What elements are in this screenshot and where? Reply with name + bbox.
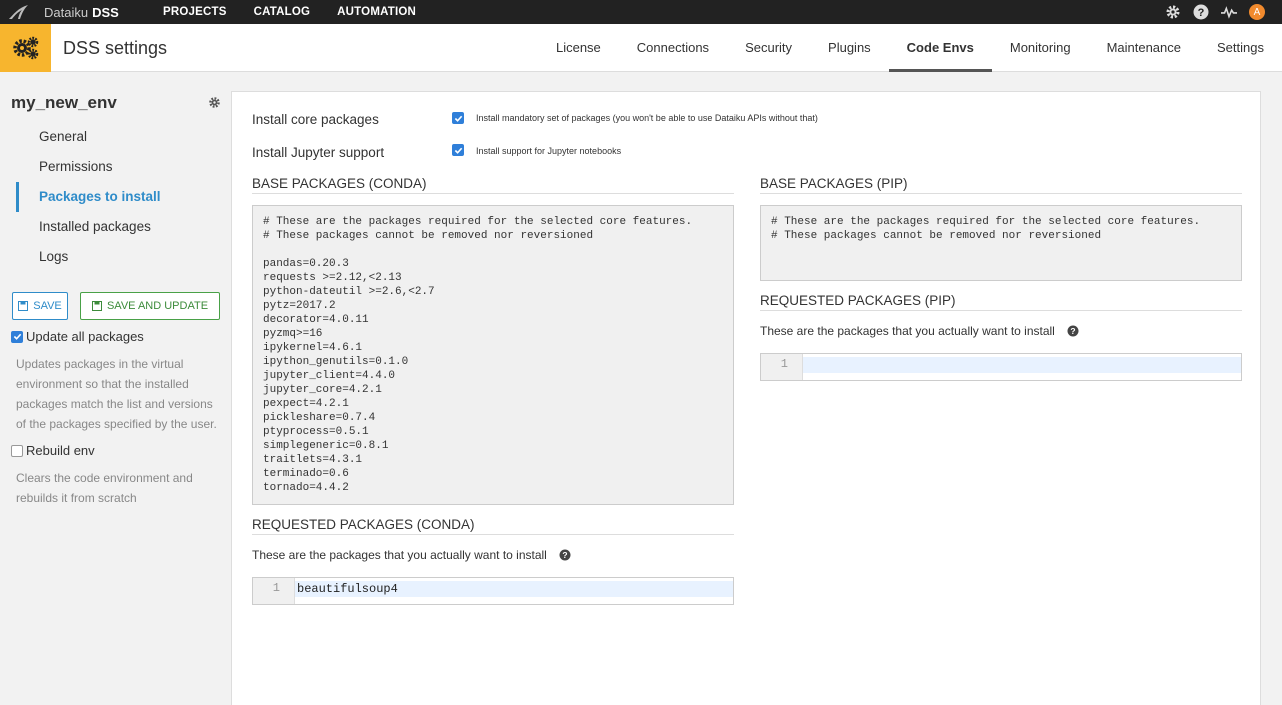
save-label: SAVE <box>33 300 62 312</box>
requested-pip-subtitle: These are the packages that you actually… <box>760 324 1079 338</box>
env-nav: General Permissions Packages to install … <box>16 122 231 272</box>
update-all-help: Updates packages in the virtual environm… <box>16 357 217 431</box>
question-icon[interactable]: ? <box>1067 325 1079 337</box>
requested-pip-line[interactable] <box>803 357 1241 373</box>
sidebar-item-permissions[interactable]: Permissions <box>16 152 231 182</box>
requested-conda-subtitle: These are the packages that you actually… <box>252 548 571 562</box>
update-all-checkbox[interactable] <box>11 330 23 343</box>
page-header: DSS settings License Connections Securit… <box>0 24 1282 72</box>
line-number: 1 <box>761 354 803 380</box>
env-gear-icon[interactable] <box>208 96 221 114</box>
settings-tabs: License Connections Security Plugins Cod… <box>538 24 1282 72</box>
sidebar-item-general[interactable]: General <box>16 122 231 152</box>
help-icon[interactable]: ? <box>1193 4 1209 20</box>
svg-text:?: ? <box>1070 326 1075 336</box>
floppy-icon <box>91 301 102 311</box>
save-and-update-button[interactable]: SAVE AND UPDATE <box>80 292 220 320</box>
requested-pip-subtitle-text: These are the packages that you actually… <box>760 324 1055 338</box>
line-number: 1 <box>253 578 295 604</box>
env-sidebar: my_new_env General Permissions Packages … <box>0 72 231 705</box>
user-avatar[interactable]: A <box>1249 4 1265 20</box>
requested-pip-editor[interactable]: 1 <box>760 353 1242 381</box>
tab-plugins[interactable]: Plugins <box>810 24 889 72</box>
sidebar-item-installed-packages[interactable]: Installed packages <box>16 212 231 242</box>
tab-monitoring[interactable]: Monitoring <box>992 24 1089 72</box>
sidebar-item-packages-to-install[interactable]: Packages to install <box>16 182 231 212</box>
install-jupyter-description: Install support for Jupyter notebooks <box>476 146 622 156</box>
nav-projects[interactable]: PROJECTS <box>163 6 227 18</box>
install-jupyter-label: Install Jupyter support <box>252 145 385 160</box>
nav-automation[interactable]: AUTOMATION <box>337 6 416 18</box>
save-button[interactable]: SAVE <box>12 292 68 320</box>
base-pip-packages: # These are the packages required for th… <box>760 205 1242 281</box>
tab-license[interactable]: License <box>538 24 619 72</box>
settings-gears-icon <box>0 24 51 72</box>
env-name: my_new_env <box>11 93 117 112</box>
tab-security[interactable]: Security <box>727 24 810 72</box>
tab-maintenance[interactable]: Maintenance <box>1089 24 1199 72</box>
update-all-label: Update all packages <box>26 329 144 344</box>
install-core-label: Install core packages <box>252 112 379 127</box>
floppy-icon <box>18 301 29 311</box>
svg-text:?: ? <box>562 550 567 560</box>
gear-icon[interactable] <box>1165 4 1181 20</box>
top-navbar: Dataiku DSS PROJECTS CATALOG AUTOMATION … <box>0 0 1282 24</box>
rebuild-help: Clears the code environment and rebuilds… <box>16 471 193 505</box>
requested-conda-editor[interactable]: 1 beautifulsoup4 <box>252 577 734 605</box>
svg-text:?: ? <box>1198 7 1205 19</box>
base-conda-packages: # These are the packages required for th… <box>252 205 734 505</box>
requested-conda-subtitle-text: These are the packages that you actually… <box>252 548 547 562</box>
tab-settings[interactable]: Settings <box>1199 24 1282 72</box>
tab-connections[interactable]: Connections <box>619 24 727 72</box>
question-icon[interactable]: ? <box>559 549 571 561</box>
brand[interactable]: Dataiku DSS <box>8 4 158 20</box>
base-conda-title: BASE PACKAGES (CONDA) <box>252 176 734 194</box>
requested-conda-title: REQUESTED PACKAGES (CONDA) <box>252 517 734 535</box>
install-core-description: Install mandatory set of packages (you w… <box>476 113 818 123</box>
sidebar-item-logs[interactable]: Logs <box>16 242 231 272</box>
base-pip-title: BASE PACKAGES (PIP) <box>760 176 1242 194</box>
rebuild-checkbox[interactable] <box>11 444 23 457</box>
dataiku-logo-icon <box>9 5 28 19</box>
nav-catalog[interactable]: CATALOG <box>254 6 311 18</box>
install-core-checkbox[interactable] <box>452 112 464 124</box>
brand-name: Dataiku <box>44 4 89 20</box>
save-and-update-label: SAVE AND UPDATE <box>106 300 209 312</box>
rebuild-label: Rebuild env <box>26 443 95 458</box>
tab-code-envs[interactable]: Code Envs <box>888 24 992 72</box>
brand-product: DSS <box>92 4 119 20</box>
packages-panel: Install core packages Install mandatory … <box>231 91 1261 705</box>
rebuild-row: Rebuild env <box>11 443 95 458</box>
activity-icon[interactable] <box>1221 4 1237 20</box>
requested-pip-title: REQUESTED PACKAGES (PIP) <box>760 293 1242 311</box>
install-jupyter-checkbox[interactable] <box>452 144 464 156</box>
requested-conda-line[interactable]: beautifulsoup4 <box>295 581 733 597</box>
update-all-row: Update all packages <box>11 329 144 344</box>
page-title: DSS settings <box>63 38 168 58</box>
